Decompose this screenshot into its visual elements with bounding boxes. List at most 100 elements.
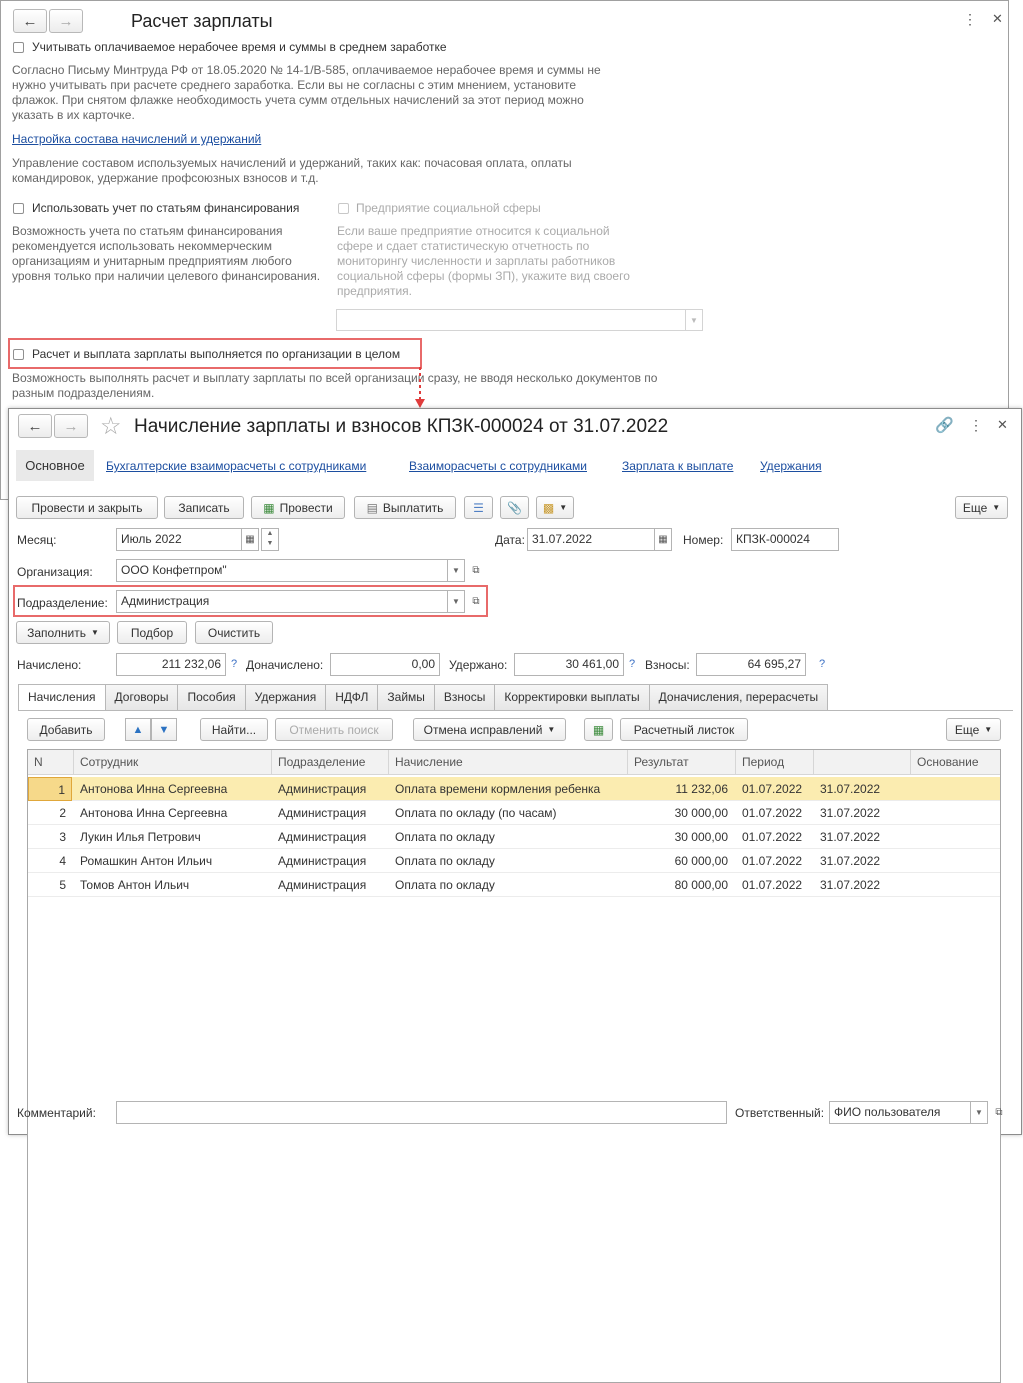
table-row[interactable]: 1 Антонова Инна Сергеевна Администрация … xyxy=(28,777,1000,801)
table-row[interactable]: 3 Лукин Илья Петрович Администрация Опла… xyxy=(28,825,1000,849)
calendar-icon[interactable]: ▦ xyxy=(654,528,672,551)
save-button[interactable]: Записать xyxy=(164,496,244,519)
organization-field[interactable]: ООО Конфетпром" xyxy=(116,559,448,582)
social-sphere-checkbox[interactable] xyxy=(338,203,349,214)
clear-button[interactable]: Очистить xyxy=(195,621,273,644)
chevron-down-icon[interactable]: ▼ xyxy=(685,309,703,331)
help-icon[interactable]: ? xyxy=(819,658,825,670)
help-icon[interactable]: ? xyxy=(231,658,237,670)
paid-nonwork-note: Согласно Письму Минтруда РФ от 18.05.202… xyxy=(12,63,601,122)
list-button[interactable]: ☰ xyxy=(464,496,493,519)
social-sphere-note: Если ваше предприятие относится к социал… xyxy=(337,224,630,298)
fill-button[interactable]: Заполнить ▼ xyxy=(16,621,110,644)
accrual-cell: Оплата по окладу xyxy=(395,854,495,868)
whole-org-checkbox[interactable] xyxy=(13,349,24,360)
tab-contributions[interactable]: Взносы xyxy=(433,684,496,710)
nav-accounting-settlements[interactable]: Бухгалтерские взаиморасчеты с сотрудника… xyxy=(106,459,366,473)
attach-button[interactable]: 📎 xyxy=(500,496,529,519)
doc-forward-button[interactable]: → xyxy=(54,414,88,438)
nav-salary-to-pay[interactable]: Зарплата к выплате xyxy=(622,459,733,473)
move-down-button[interactable]: ▼ xyxy=(151,718,177,741)
employee-cell: Антонова Инна Сергеевна xyxy=(80,782,228,796)
tab-benefits[interactable]: Пособия xyxy=(177,684,246,710)
result-cell: 11 232,06 xyxy=(675,782,729,796)
tab-ndfl[interactable]: НДФЛ xyxy=(325,684,379,710)
close-icon[interactable]: ✕ xyxy=(992,11,1003,27)
column-header[interactable]: Подразделение xyxy=(272,750,389,775)
period-start-cell: 01.07.2022 xyxy=(742,878,803,892)
cancel-search-button[interactable]: Отменить поиск xyxy=(275,718,393,741)
forward-button[interactable]: → xyxy=(49,9,83,33)
withheld-field: 30 461,00 xyxy=(514,653,624,676)
chevron-down-icon[interactable]: ▼ xyxy=(447,559,465,582)
financing-checkbox[interactable] xyxy=(13,203,24,214)
back-button[interactable]: ← xyxy=(13,9,47,33)
nav-main[interactable]: Основное xyxy=(16,450,94,481)
column-header[interactable]: Результат xyxy=(628,750,736,775)
close-icon[interactable]: ✕ xyxy=(997,417,1008,433)
chevron-down-icon[interactable]: ▼ xyxy=(447,590,465,613)
chevron-down-icon[interactable]: ▼ xyxy=(970,1101,988,1124)
doc-back-button[interactable]: ← xyxy=(18,414,52,438)
post-button[interactable]: ▦ Провести xyxy=(251,496,345,519)
period-end-cell: 31.07.2022 xyxy=(820,782,881,796)
payslip-button[interactable]: Расчетный листок xyxy=(620,718,748,741)
column-header[interactable]: Основание xyxy=(911,750,1000,775)
pick-button[interactable]: Подбор xyxy=(117,621,187,644)
column-header[interactable]: N xyxy=(28,750,74,775)
tab-recalculations[interactable]: Доначисления, перерасчеты xyxy=(648,684,829,710)
open-icon[interactable]: ⧉ xyxy=(467,590,485,613)
responsible-field[interactable]: ФИО пользователя xyxy=(829,1101,971,1124)
number-field[interactable]: КПЗК-000024 xyxy=(731,528,839,551)
open-icon[interactable]: ⧉ xyxy=(990,1101,1008,1124)
link-icon[interactable]: 🔗 xyxy=(935,416,954,434)
calendar-icon[interactable]: ▦ xyxy=(241,528,259,551)
period-start-cell: 01.07.2022 xyxy=(742,830,803,844)
tab-contracts[interactable]: Договоры xyxy=(104,684,179,710)
table-more-button[interactable]: Еще ▼ xyxy=(946,718,1001,741)
find-button[interactable]: Найти... xyxy=(200,718,268,741)
table-more-label: Еще xyxy=(954,722,980,737)
column-header[interactable] xyxy=(814,750,911,775)
more-button[interactable]: Еще ▼ xyxy=(955,496,1008,519)
add-table-button[interactable]: ▦ xyxy=(584,718,613,741)
tab-deductions[interactable]: Удержания xyxy=(244,684,327,710)
month-stepper[interactable]: ▲ ▼ xyxy=(261,528,279,551)
more-menu-icon[interactable]: ⋮ xyxy=(963,11,977,28)
table-row[interactable]: 5 Томов Антон Ильич Администрация Оплата… xyxy=(28,873,1000,897)
month-field[interactable]: Июль 2022 xyxy=(116,528,242,551)
help-icon[interactable]: ? xyxy=(629,658,635,670)
cancel-corrections-button[interactable]: Отмена исправлений ▼ xyxy=(413,718,566,741)
table-row[interactable]: 4 Ромашкин Антон Ильич Администрация Опл… xyxy=(28,849,1000,873)
tab-payment-corrections[interactable]: Корректировки выплаты xyxy=(494,684,650,710)
nav-deductions[interactable]: Удержания xyxy=(760,459,822,473)
arrow-up-icon: ▲ xyxy=(132,723,144,736)
post-and-close-button[interactable]: Провести и закрыть xyxy=(16,496,158,519)
row-number: 5 xyxy=(59,878,66,892)
add-row-button[interactable]: Добавить xyxy=(27,718,105,741)
basis-cell xyxy=(911,873,1000,897)
department-field[interactable]: Администрация xyxy=(116,590,448,613)
open-icon[interactable]: ⧉ xyxy=(467,559,485,582)
accruals-settings-link[interactable]: Настройка состава начислений и удержаний xyxy=(12,132,261,146)
department-cell: Администрация xyxy=(278,806,367,820)
date-field[interactable]: 31.07.2022 xyxy=(527,528,655,551)
paid-nonwork-checkbox[interactable] xyxy=(13,42,24,53)
favorite-star-icon[interactable]: ☆ xyxy=(100,412,122,441)
tab-accruals[interactable]: Начисления xyxy=(18,684,106,711)
comment-field[interactable] xyxy=(116,1101,727,1124)
table-row[interactable]: 2 Антонова Инна Сергеевна Администрация … xyxy=(28,801,1000,825)
more-menu-icon[interactable]: ⋮ xyxy=(969,417,983,434)
nav-employee-settlements[interactable]: Взаиморасчеты с сотрудниками xyxy=(409,459,587,473)
column-header[interactable]: Сотрудник xyxy=(74,750,272,775)
tab-loans[interactable]: Займы xyxy=(377,684,435,710)
social-sphere-type-select[interactable] xyxy=(336,309,686,331)
column-header[interactable]: Начисление xyxy=(389,750,628,775)
social-sphere-label: Предприятие социальной сферы xyxy=(356,201,541,215)
print-menu-button[interactable]: ▩ ▼ xyxy=(536,496,574,519)
result-cell: 30 000,00 xyxy=(674,830,728,844)
pay-button[interactable]: ▤ Выплатить xyxy=(354,496,456,519)
column-header[interactable]: Период xyxy=(736,750,814,775)
move-up-button[interactable]: ▲ xyxy=(125,718,151,741)
chevron-down-icon: ▼ xyxy=(559,503,568,512)
